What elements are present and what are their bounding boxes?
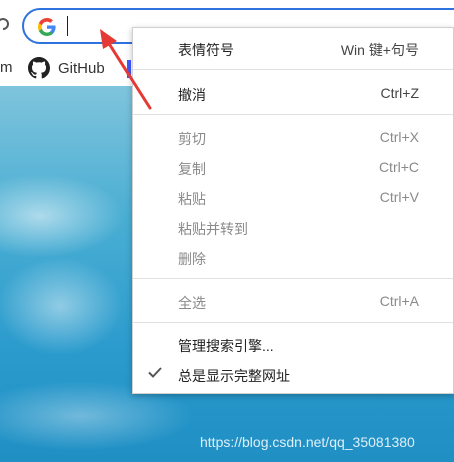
bookmark-partial[interactable]: m (0, 59, 13, 76)
menu-separator (133, 114, 453, 115)
google-icon (38, 18, 56, 36)
menu-item-undo[interactable]: 撤消 Ctrl+Z (133, 79, 453, 107)
watermark-text: https://blog.csdn.net/qq_35081380 (200, 434, 415, 450)
menu-separator (133, 322, 453, 323)
menu-item-delete[interactable]: 删除 (133, 243, 453, 271)
github-icon (28, 57, 50, 79)
menu-item-paste-and-go[interactable]: 粘贴并转到 (133, 213, 453, 241)
bookmark-partial-icon[interactable] (127, 60, 131, 78)
menu-item-copy[interactable]: 复制 Ctrl+C (133, 153, 453, 181)
menu-item-always-show-full-url[interactable]: 总是显示完整网址 (133, 360, 453, 388)
reload-icon[interactable] (0, 16, 10, 32)
menu-item-select-all[interactable]: 全选 Ctrl+A (133, 287, 453, 315)
menu-item-paste[interactable]: 粘贴 Ctrl+V (133, 183, 453, 211)
menu-item-emoji[interactable]: 表情符号 Win 键+句号 (133, 34, 453, 62)
bookmark-github[interactable]: GitHub (28, 56, 105, 80)
menu-item-manage-search-engines[interactable]: 管理搜索引擎... (133, 330, 453, 358)
text-cursor (67, 16, 68, 36)
context-menu: 表情符号 Win 键+句号 撤消 Ctrl+Z 剪切 Ctrl+X 复制 Ctr… (132, 27, 454, 394)
checkmark-icon (148, 367, 162, 378)
menu-separator (133, 69, 453, 70)
bookmark-github-label: GitHub (58, 59, 105, 77)
menu-item-cut[interactable]: 剪切 Ctrl+X (133, 123, 453, 151)
menu-separator (133, 278, 453, 279)
